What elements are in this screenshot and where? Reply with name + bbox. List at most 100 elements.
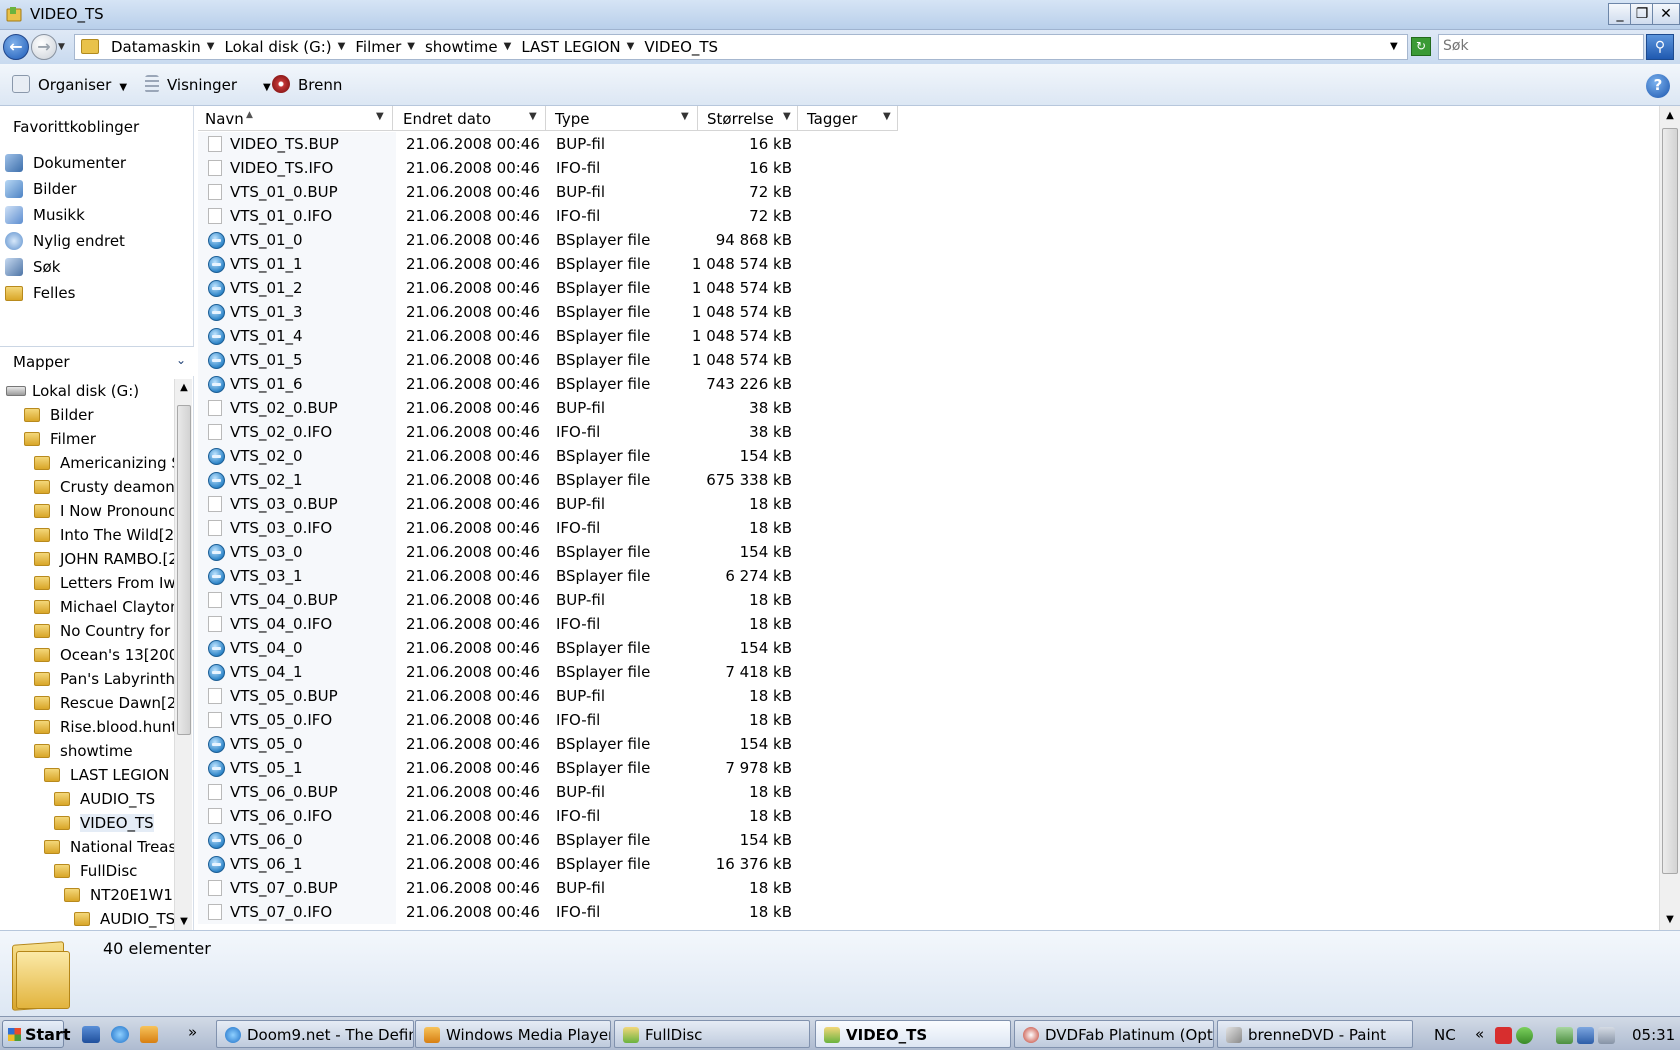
file-row[interactable]: VTS_05_0 21.06.2008 00:46 BSplayer file 154… — [198, 732, 1658, 756]
folder-tree-item[interactable]: VIDEO_TS — [0, 811, 174, 835]
internet-explorer-icon[interactable] — [111, 1026, 129, 1043]
file-row[interactable]: VTS_04_0.IFO 21.06.2008 00:46 IFO-fil 18 kB — [198, 612, 1658, 636]
chevron-down-icon[interactable]: ▼ — [529, 111, 537, 122]
file-row[interactable]: VTS_01_0.IFO 21.06.2008 00:46 IFO-fil 72 kB — [198, 204, 1658, 228]
folder-tree-item[interactable]: Rise.blood.hunter. — [0, 715, 174, 739]
chevron-down-icon[interactable]: ⌄ — [176, 353, 186, 367]
minimize-button[interactable]: _ — [1608, 3, 1632, 25]
folder-tree-item[interactable]: Crusty deamons o — [0, 475, 174, 499]
breadcrumb-separator-icon[interactable]: ▼ — [405, 38, 421, 56]
folder-tree-item[interactable]: Michael Clayton.[2 — [0, 595, 174, 619]
antivirus-tray-icon[interactable] — [1495, 1027, 1512, 1044]
file-row[interactable]: VTS_05_0.BUP 21.06.2008 00:46 BUP-fil 18 kB — [198, 684, 1658, 708]
scroll-down-icon[interactable]: ▼ — [1660, 910, 1680, 930]
forward-button[interactable]: → — [31, 34, 57, 60]
file-row[interactable]: VTS_01_3 21.06.2008 00:46 BSplayer file 1 0… — [198, 300, 1658, 324]
file-row[interactable]: VTS_02_0 21.06.2008 00:46 BSplayer file 154… — [198, 444, 1658, 468]
folder-tree-item[interactable]: LAST LEGION — [0, 763, 174, 787]
file-row[interactable]: VTS_06_1 21.06.2008 00:46 BSplayer file 16 … — [198, 852, 1658, 876]
maximize-button[interactable]: ❐ — [1630, 3, 1654, 25]
taskbar-button[interactable]: brenneDVD - Paint — [1217, 1020, 1413, 1048]
column-header-tags[interactable]: Tagger ▼ — [800, 106, 898, 131]
file-row[interactable]: VTS_07_0.IFO 21.06.2008 00:46 IFO-fil 18 kB — [198, 900, 1658, 924]
breadcrumb-item[interactable]: Lokal disk (G:) — [221, 38, 336, 56]
volume-tray-icon[interactable] — [1598, 1027, 1615, 1044]
chevron-down-icon[interactable]: ▼ — [883, 111, 891, 122]
favorite-link[interactable]: Dokumenter — [0, 150, 194, 176]
address-history-dropdown-icon[interactable]: ▼ — [1390, 41, 1398, 52]
taskbar-button[interactable]: Windows Media Player — [415, 1020, 611, 1048]
folder-tree-item[interactable]: JOHN RAMBO.[20 — [0, 547, 174, 571]
folder-tree-item[interactable]: AUDIO_TS — [0, 907, 174, 931]
folder-tree-item[interactable]: National Treasur — [0, 835, 174, 859]
help-button[interactable]: ? — [1646, 74, 1670, 98]
folder-tree-item[interactable]: Rescue Dawn[200 — [0, 691, 174, 715]
file-row[interactable]: VTS_01_0.BUP 21.06.2008 00:46 BUP-fil 72 kB — [198, 180, 1658, 204]
scrollbar-thumb[interactable] — [1662, 128, 1678, 874]
folder-tree-item[interactable]: Bilder — [0, 403, 174, 427]
search-button[interactable]: ⚲ — [1646, 34, 1674, 60]
breadcrumb-item[interactable]: LAST LEGION — [517, 38, 624, 56]
taskbar-button[interactable]: VIDEO_TS — [815, 1020, 1011, 1048]
scrollbar-thumb[interactable] — [177, 405, 191, 735]
messenger-tray-icon[interactable] — [1516, 1027, 1533, 1044]
file-row[interactable]: VTS_06_0.IFO 21.06.2008 00:46 IFO-fil 18 kB — [198, 804, 1658, 828]
file-row[interactable]: VTS_04_0.BUP 21.06.2008 00:46 BUP-fil 18 kB — [198, 588, 1658, 612]
column-header-type[interactable]: Type ▼ — [548, 106, 698, 131]
chevron-down-icon[interactable]: ▼ — [681, 111, 689, 122]
clock[interactable]: 05:31 — [1632, 1026, 1675, 1044]
folder-tree-item[interactable]: Americanizing She — [0, 451, 174, 475]
folder-tree-item[interactable]: Pan's Labyrinth[20 — [0, 667, 174, 691]
breadcrumb-separator-icon[interactable]: ▼ — [625, 38, 641, 56]
folder-tree-item[interactable]: Into The Wild[200 — [0, 523, 174, 547]
breadcrumb-item[interactable]: Datamaskin — [107, 38, 205, 56]
file-row[interactable]: VTS_01_0 21.06.2008 00:46 BSplayer file 94 … — [198, 228, 1658, 252]
safely-remove-tray-icon[interactable] — [1556, 1027, 1573, 1044]
folders-header[interactable]: Mapper ⌄ — [0, 346, 194, 376]
taskbar-button[interactable]: FullDisc — [614, 1020, 810, 1048]
folder-tree-item[interactable]: showtime — [0, 739, 174, 763]
file-row[interactable]: VTS_01_5 21.06.2008 00:46 BSplayer file 1 0… — [198, 348, 1658, 372]
search-box[interactable] — [1438, 34, 1644, 60]
file-row[interactable]: VTS_04_1 21.06.2008 00:46 BSplayer file 7 4… — [198, 660, 1658, 684]
file-row[interactable]: VTS_06_0 21.06.2008 00:46 BSplayer file 154… — [198, 828, 1658, 852]
folder-tree-item[interactable]: I Now Pronounce Y — [0, 499, 174, 523]
file-row[interactable]: VTS_01_2 21.06.2008 00:46 BSplayer file 1 0… — [198, 276, 1658, 300]
folder-tree-item[interactable]: FullDisc — [0, 859, 174, 883]
refresh-button[interactable]: ↻ — [1411, 37, 1431, 56]
scroll-down-icon[interactable]: ▼ — [175, 913, 193, 931]
scroll-up-icon[interactable]: ▲ — [175, 379, 193, 397]
column-header-date[interactable]: Endret dato ▼ — [396, 106, 546, 131]
file-row[interactable]: VTS_07_0.BUP 21.06.2008 00:46 BUP-fil 18 kB — [198, 876, 1658, 900]
column-header-size[interactable]: Størrelse ▼ — [700, 106, 798, 131]
file-row[interactable]: VTS_03_0.BUP 21.06.2008 00:46 BUP-fil 18 kB — [198, 492, 1658, 516]
media-player-icon[interactable] — [140, 1026, 158, 1043]
breadcrumb-separator-icon[interactable]: ▼ — [336, 38, 352, 56]
breadcrumb-item[interactable]: showtime — [421, 38, 502, 56]
quick-launch-more-icon[interactable]: » — [188, 1023, 197, 1041]
file-row[interactable]: VTS_02_1 21.06.2008 00:46 BSplayer file 675… — [198, 468, 1658, 492]
folder-tree-item[interactable]: Filmer — [0, 427, 174, 451]
burn-button[interactable]: Brenn — [272, 75, 342, 94]
file-list-scrollbar[interactable]: ▲ ▼ — [1659, 106, 1680, 930]
taskbar-button[interactable]: Doom9.net - The Defin... — [216, 1020, 414, 1048]
file-row[interactable]: VTS_02_0.BUP 21.06.2008 00:46 BUP-fil 38 kB — [198, 396, 1658, 420]
show-hidden-icons-icon[interactable]: « — [1475, 1025, 1484, 1043]
breadcrumb-separator-icon[interactable]: ▼ — [502, 38, 518, 56]
breadcrumb-item[interactable]: VIDEO_TS — [640, 38, 722, 56]
show-desktop-icon[interactable] — [82, 1026, 100, 1043]
start-button[interactable]: Start — [2, 1020, 71, 1048]
folder-tree-item[interactable]: Letters From Iwo J — [0, 571, 174, 595]
organise-button[interactable]: Organiser ▼ — [12, 75, 127, 94]
chevron-down-icon[interactable]: ▼ — [783, 111, 791, 122]
folder-tree-item[interactable]: AUDIO_TS — [0, 787, 174, 811]
favorite-link[interactable]: Bilder — [0, 176, 194, 202]
file-row[interactable]: VTS_01_1 21.06.2008 00:46 BSplayer file 1 0… — [198, 252, 1658, 276]
file-row[interactable]: VTS_01_4 21.06.2008 00:46 BSplayer file 1 0… — [198, 324, 1658, 348]
close-button[interactable]: ✕ — [1652, 3, 1680, 25]
file-row[interactable]: VTS_06_0.BUP 21.06.2008 00:46 BUP-fil 18 kB — [198, 780, 1658, 804]
taskbar-button[interactable]: DVDFab Platinum (Opti... — [1014, 1020, 1214, 1048]
favorite-link[interactable]: Nylig endret — [0, 228, 194, 254]
favorite-link[interactable]: Felles — [0, 280, 194, 306]
file-row[interactable]: VTS_05_0.IFO 21.06.2008 00:46 IFO-fil 18 kB — [198, 708, 1658, 732]
